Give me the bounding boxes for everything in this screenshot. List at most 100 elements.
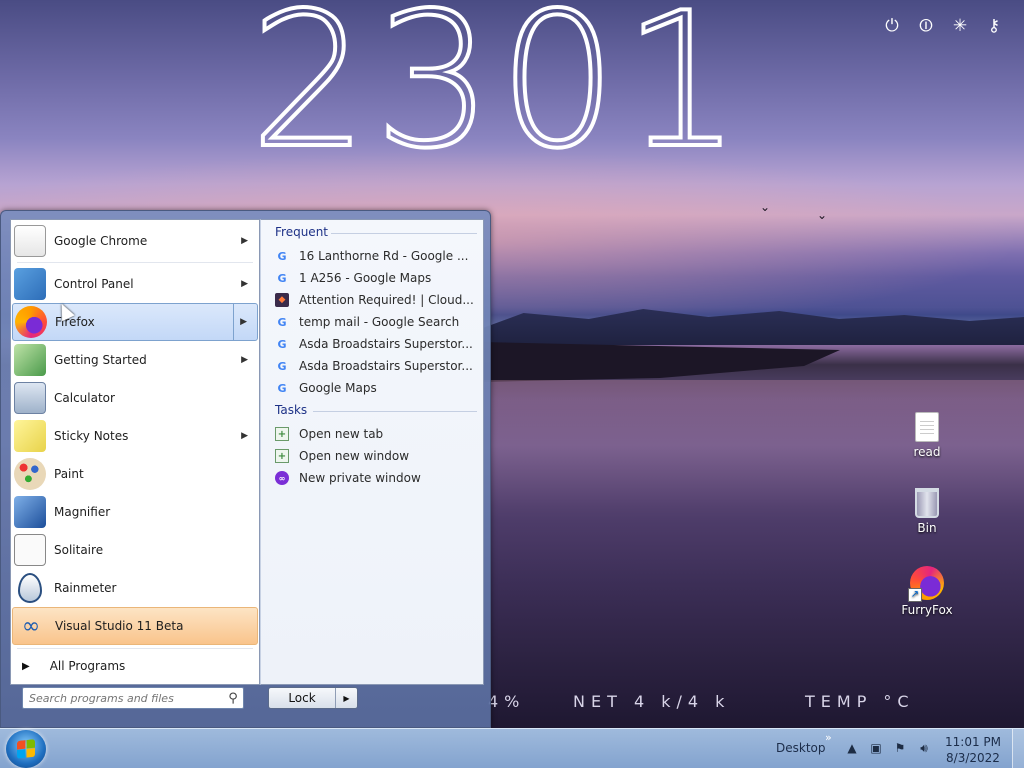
chrome-app-icon — [14, 225, 46, 257]
desktop-icon-furryfox[interactable]: ↗ FurryFox — [897, 566, 957, 617]
submenu-arrow-icon[interactable]: ▶ — [240, 317, 247, 327]
jump-list-pane: Frequent G 16 Lanthorne Rd - Google ... … — [260, 219, 484, 685]
jump-item[interactable]: G temp mail - Google Search — [275, 311, 480, 333]
power-icon[interactable]: ⏻ — [882, 16, 902, 36]
restart-icon[interactable]: ⏼ — [916, 16, 936, 36]
recycle-bin-icon — [915, 488, 939, 518]
key-icon[interactable]: ⚷ — [984, 16, 1004, 36]
program-label: Getting Started — [54, 353, 147, 367]
action-center-flag-icon[interactable]: ⚑ — [892, 739, 908, 757]
program-paint[interactable]: Paint — [12, 455, 258, 493]
bird-silhouette: ⌄ — [817, 208, 828, 222]
program-label: Sticky Notes — [54, 429, 129, 443]
jump-item[interactable]: G Google Maps — [275, 377, 480, 399]
program-label: Magnifier — [54, 505, 111, 519]
jump-item-label: 1 A256 - Google Maps — [299, 271, 432, 285]
section-divider — [313, 411, 477, 412]
jump-item-label: 16 Lanthorne Rd - Google ... — [299, 249, 469, 263]
task-open-new-tab[interactable]: + Open new tab — [275, 423, 480, 445]
show-desktop-button[interactable] — [1012, 729, 1024, 768]
private-window-icon: ∞ — [275, 471, 289, 485]
jump-item[interactable]: ◆ Attention Required! | Cloud... — [275, 289, 480, 311]
google-icon: G — [277, 315, 287, 329]
program-solitaire[interactable]: Solitaire — [12, 531, 258, 569]
program-rainmeter[interactable]: Rainmeter — [12, 569, 258, 607]
desktop-icon-label: FurryFox — [901, 603, 953, 617]
jump-item-label: Asda Broadstairs Superstor... — [299, 337, 473, 351]
lock-split-button[interactable]: Lock ▶ — [268, 687, 358, 709]
google-icon: G — [277, 249, 287, 263]
cpu-readout: 4% — [488, 692, 526, 711]
jump-item[interactable]: G Asda Broadstairs Superstor... — [275, 333, 480, 355]
taskbar-time: 11:01 PM — [945, 735, 1001, 749]
google-icon: G — [277, 337, 287, 351]
programs-pane: Google Chrome ▶ Control Panel ▶ Firefox … — [10, 219, 260, 685]
start-button[interactable] — [6, 730, 46, 768]
program-label: Solitaire — [54, 543, 104, 557]
visual-studio-icon: ∞ — [21, 613, 41, 639]
toolbar-overflow-chevron-icon[interactable]: » — [825, 731, 832, 744]
program-label: Calculator — [54, 391, 115, 405]
program-google-chrome[interactable]: Google Chrome ▶ — [12, 222, 258, 260]
temp-readout: TEMP °C — [805, 692, 915, 711]
desktop-icon-read[interactable]: read — [897, 410, 957, 459]
search-icon[interactable]: ⚲ — [223, 691, 243, 706]
program-getting-started[interactable]: Getting Started ▶ — [12, 341, 258, 379]
power-widget: ⏻ ⏼ ✳ ⚷ — [882, 16, 1004, 36]
getting-started-icon — [14, 344, 46, 376]
desktop-icon-bin[interactable]: Bin — [897, 488, 957, 535]
tasks-heading: Tasks — [275, 403, 308, 417]
submenu-arrow-icon[interactable]: ▶ — [241, 279, 248, 289]
jump-item[interactable]: G Asda Broadstairs Superstor... — [275, 355, 480, 377]
lock-button[interactable]: Lock — [269, 688, 335, 708]
sticky-notes-icon — [14, 420, 46, 452]
jump-item[interactable]: G 1 A256 - Google Maps — [275, 267, 480, 289]
jump-item-label: Google Maps — [299, 381, 377, 395]
magnifier-icon — [14, 496, 46, 528]
search-input[interactable] — [23, 689, 223, 707]
submenu-arrow-icon[interactable]: ▶ — [241, 431, 248, 441]
task-open-new-window[interactable]: + Open new window — [275, 445, 480, 467]
task-label: Open new window — [299, 449, 410, 463]
shortcut-arrow-icon: ↗ — [908, 588, 922, 602]
desktop-icon-label: Bin — [917, 521, 937, 535]
taskbar-clock[interactable]: 11:01 PM 8/3/2022 — [938, 734, 1008, 766]
new-tab-icon: + — [275, 427, 289, 441]
desktop-toolbar-label[interactable]: Desktop — [776, 741, 826, 755]
submenu-arrow-icon[interactable]: ▶ — [241, 236, 248, 246]
jump-item-label: temp mail - Google Search — [299, 315, 460, 329]
text-document-icon — [915, 412, 939, 442]
separator — [17, 262, 253, 263]
frequent-heading: Frequent — [275, 225, 328, 239]
system-tray: ▲ ▣ ⚑ 🔊︎ — [844, 739, 932, 757]
bird-silhouette: ⌄ — [760, 200, 771, 214]
program-visual-studio[interactable]: ∞ Visual Studio 11 Beta — [12, 607, 258, 645]
volume-icon[interactable]: 🔊︎ — [916, 739, 932, 757]
google-icon: G — [277, 271, 287, 285]
program-sticky-notes[interactable]: Sticky Notes ▶ — [12, 417, 258, 455]
cloudflare-icon: ◆ — [275, 293, 289, 307]
taskbar-date: 8/3/2022 — [946, 751, 1000, 765]
jump-item[interactable]: G 16 Lanthorne Rd - Google ... — [275, 245, 480, 267]
calculator-icon — [14, 382, 46, 414]
task-new-private-window[interactable]: ∞ New private window — [275, 467, 480, 489]
submenu-arrow-icon[interactable]: ▶ — [241, 355, 248, 365]
network-icon[interactable]: ▣ — [868, 739, 884, 757]
sleep-icon[interactable]: ✳ — [950, 16, 970, 36]
program-firefox[interactable]: Firefox ▶ — [12, 303, 258, 341]
start-menu: Google Chrome ▶ Control Panel ▶ Firefox … — [0, 210, 491, 728]
start-search-box[interactable]: ⚲ — [22, 687, 244, 709]
program-control-panel[interactable]: Control Panel ▶ — [12, 265, 258, 303]
program-magnifier[interactable]: Magnifier — [12, 493, 258, 531]
program-calculator[interactable]: Calculator — [12, 379, 258, 417]
separator — [17, 648, 253, 649]
wallpaper-shore — [480, 342, 840, 382]
firefox-icon: ↗ — [908, 566, 944, 602]
program-label: Paint — [54, 467, 84, 481]
net-readout: NET 4 k/4 k — [573, 692, 731, 711]
show-hidden-icons-arrow-icon[interactable]: ▲ — [844, 739, 860, 757]
solitaire-cards-icon — [14, 534, 46, 566]
google-icon: G — [277, 359, 287, 373]
lock-options-arrow-icon[interactable]: ▶ — [335, 688, 357, 708]
all-programs-button[interactable]: ▶ All Programs — [12, 652, 258, 680]
